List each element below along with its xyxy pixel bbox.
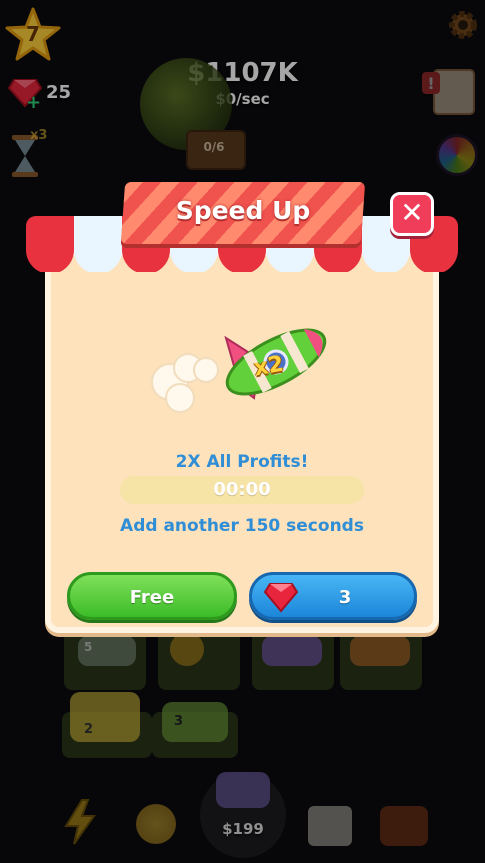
gear-icon[interactable] bbox=[446, 8, 480, 42]
car-level: 3 bbox=[174, 714, 184, 729]
car bbox=[216, 772, 270, 808]
chest-icon[interactable] bbox=[380, 806, 428, 846]
gem-cost: 3 bbox=[338, 587, 352, 608]
car[interactable] bbox=[162, 702, 228, 742]
profits-description: 2X All Profits! bbox=[175, 452, 309, 472]
shop-icon[interactable] bbox=[308, 806, 352, 846]
progress-sign-label: 0/6 bbox=[203, 140, 225, 154]
rocket-icon bbox=[146, 310, 336, 422]
lightning-icon[interactable] bbox=[60, 798, 100, 846]
timer-value: 00:00 bbox=[213, 479, 271, 500]
car[interactable] bbox=[70, 692, 140, 742]
car-level: 5 bbox=[84, 640, 93, 654]
free-button[interactable]: Free bbox=[67, 572, 237, 620]
free-button-label: Free bbox=[129, 587, 175, 608]
quest-board-icon[interactable]: ! bbox=[420, 66, 478, 118]
multiplier-label: x2 bbox=[252, 351, 286, 382]
car[interactable] bbox=[350, 636, 410, 666]
popup-title: Speed Up bbox=[175, 196, 311, 225]
add-time-description: Add another 150 seconds bbox=[120, 516, 364, 536]
color-wheel-icon[interactable] bbox=[436, 134, 478, 176]
income-rate: $0/sec bbox=[215, 90, 270, 108]
gem-buy-button[interactable]: 3 bbox=[249, 572, 417, 620]
buy-car-price: $199 bbox=[222, 820, 264, 838]
close-icon: ✕ bbox=[400, 196, 424, 229]
svg-text:!: ! bbox=[427, 74, 434, 93]
boost-multiplier-badge: x3 bbox=[30, 128, 48, 143]
money-total: $1107K bbox=[187, 58, 298, 88]
ruby-icon bbox=[263, 581, 299, 613]
coin-icon[interactable] bbox=[136, 804, 176, 844]
car-level: 2 bbox=[84, 722, 94, 737]
level-number: 7 bbox=[26, 22, 40, 46]
car[interactable] bbox=[262, 636, 322, 666]
coin-icon bbox=[170, 632, 204, 666]
close-button[interactable]: ✕ bbox=[390, 192, 434, 236]
